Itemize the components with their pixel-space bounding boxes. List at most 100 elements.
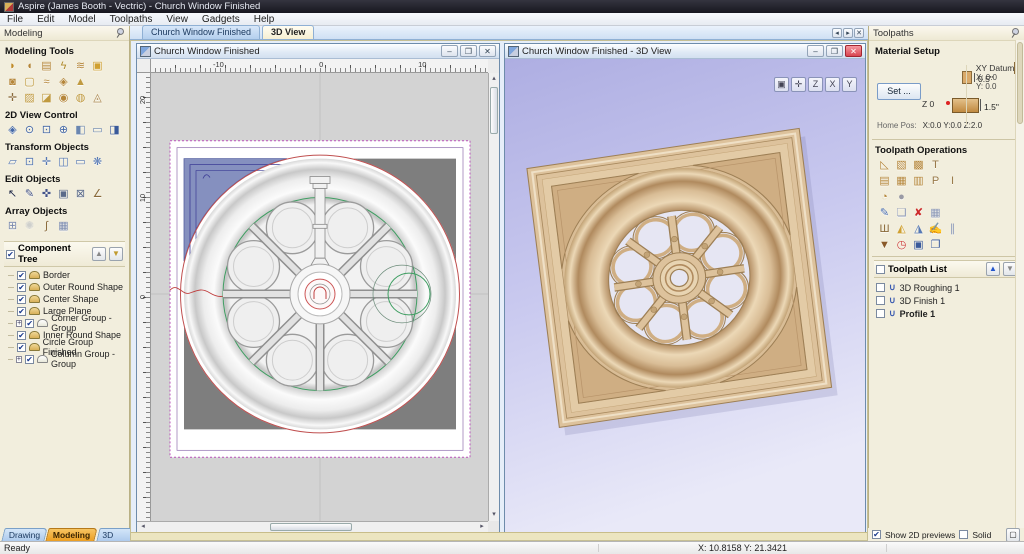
restore-button[interactable]: ❐	[460, 45, 477, 57]
plane-z-view-icon[interactable]: Z	[808, 77, 823, 92]
component-tree-item[interactable]: +✔Column Group - Group	[8, 353, 125, 365]
linear-array-icon[interactable]: ⊞	[5, 219, 20, 233]
scroll-left-arrow[interactable]: ◂	[138, 522, 148, 532]
toolpath-list-item[interactable]: ∪3D Finish 1	[876, 294, 1019, 307]
distort-tool-icon[interactable]: ▭	[73, 155, 88, 169]
2d-design-drawing[interactable]	[151, 73, 488, 521]
scroll-up-arrow[interactable]: ▴	[489, 74, 499, 84]
doctab-3d-view[interactable]: 3D View	[262, 25, 314, 39]
pin-icon[interactable]	[116, 28, 125, 38]
tab-scroll-right-button[interactable]: ▸	[843, 28, 853, 38]
iso-view-icon[interactable]: ▣	[774, 77, 789, 92]
zoom-extents-icon[interactable]: ◈	[5, 123, 20, 137]
nesting-icon[interactable]: ▦	[56, 219, 71, 233]
menu-edit[interactable]: Edit	[30, 14, 61, 25]
import-clipart-icon[interactable]: ▣	[90, 59, 105, 73]
component-visibility-checkbox[interactable]: ✔	[17, 295, 26, 304]
node-editing-icon[interactable]: ✎	[22, 187, 37, 201]
vcarve-toolpath-icon[interactable]: T	[928, 158, 943, 172]
horizontal-scrollbar[interactable]: ◂ ▸	[137, 521, 488, 532]
engrave-stamp-icon[interactable]: ▼	[877, 238, 892, 252]
toolpath-list-checkbox[interactable]	[876, 265, 885, 274]
transform-mode-icon[interactable]: ✜	[39, 187, 54, 201]
component-visibility-checkbox[interactable]: ✔	[17, 343, 26, 352]
btab-modeling[interactable]: Modeling	[46, 528, 99, 541]
move-precise-icon[interactable]: ✛	[39, 155, 54, 169]
extrude-model-icon[interactable]: ▤	[39, 59, 54, 73]
horizontal-split-icon[interactable]: ▭	[90, 123, 105, 137]
component-item-label[interactable]: Border	[43, 270, 70, 280]
dock-panel-button[interactable]: ▢	[1006, 528, 1020, 542]
copy-along-curve-icon[interactable]: ∫	[39, 219, 54, 233]
tree-expander-icon[interactable]: +	[16, 320, 22, 327]
panel-scroll-thumb[interactable]	[1017, 42, 1023, 124]
doctab-church-window-finished[interactable]: Church Window Finished	[142, 25, 260, 39]
tab-close-button[interactable]: ✕	[854, 28, 864, 38]
single-pane-icon[interactable]: ◧	[73, 123, 88, 137]
tree-expander-icon[interactable]: +	[16, 356, 22, 363]
rotate-tool-icon[interactable]: ❋	[90, 155, 105, 169]
toolpath-item-label[interactable]: 3D Finish 1	[900, 296, 946, 306]
pan-view-icon[interactable]: ✛	[791, 77, 806, 92]
show-2d-previews-checkbox[interactable]: ✔	[872, 530, 881, 539]
profile-toolpath-icon[interactable]: ◺	[877, 158, 892, 172]
finish-machining-icon[interactable]: ▥	[911, 174, 926, 188]
material-set-button[interactable]: Set ...	[877, 83, 921, 100]
component-visibility-checkbox[interactable]: ✔	[17, 283, 26, 292]
sculpt-tool-icon[interactable]: ✛	[5, 91, 20, 105]
2d-view-window[interactable]: Church Window Finished –❐✕ -10010 20100	[136, 43, 500, 533]
create-shape-icon[interactable]: ◗	[5, 59, 20, 73]
duplicate-toolpath-icon[interactable]: ❏	[894, 206, 909, 220]
drilling-toolpath-icon[interactable]: ▩	[911, 158, 926, 172]
zoom-selected-icon[interactable]: ⊙	[22, 123, 37, 137]
toolpath-fence-icon[interactable]: ∥	[945, 222, 960, 236]
preview-all-toolpaths-icon[interactable]: ◮	[911, 222, 926, 236]
component-item-label[interactable]: Outer Round Shape	[43, 282, 123, 292]
smooth-component-icon[interactable]: ▢	[22, 75, 37, 89]
solid-checkbox[interactable]	[959, 530, 968, 539]
menu-gadgets[interactable]: Gadgets	[195, 14, 247, 25]
toolpaths-panel-header[interactable]: Toolpaths	[869, 26, 1024, 41]
moulding-toolpath-icon[interactable]: ◔	[877, 190, 892, 204]
tab-scroll-left-button[interactable]: ◂	[832, 28, 842, 38]
select-tool-icon[interactable]: ↖	[5, 187, 20, 201]
component-tree-item[interactable]: +✔Corner Group - Group	[8, 317, 125, 329]
component-item-label[interactable]: Center Shape	[43, 294, 99, 304]
preview-toolpaths-icon[interactable]: ◭	[894, 222, 909, 236]
circular-array-icon[interactable]: ✺	[22, 219, 37, 233]
component-from-bitmap-icon[interactable]: ◙	[5, 75, 20, 89]
delete-toolpath-icon[interactable]: ✘	[911, 206, 926, 220]
menu-file[interactable]: File	[0, 14, 30, 25]
close-button[interactable]: ✕	[479, 45, 496, 57]
component-tree-item[interactable]: ✔ Center Shape	[8, 293, 125, 305]
texture-model-icon[interactable]: ≋	[73, 59, 88, 73]
vertical-scroll-thumb[interactable]	[490, 87, 498, 134]
vertical-scrollbar[interactable]: ▴ ▾	[488, 73, 499, 521]
save-toolpath-icon[interactable]: ▣	[911, 238, 926, 252]
2d-window-titlebar[interactable]: Church Window Finished –❐✕	[137, 44, 499, 59]
preview-selected-icon[interactable]: ✍	[928, 222, 943, 236]
dome-tool-icon[interactable]: ◍	[73, 91, 88, 105]
menu-help[interactable]: Help	[247, 14, 282, 25]
modeling-panel-header[interactable]: Modeling	[0, 26, 129, 41]
texture-area-icon[interactable]: ▨	[22, 91, 37, 105]
restore-button[interactable]: ❐	[826, 45, 843, 57]
fluting-toolpath-icon[interactable]: ▤	[877, 174, 892, 188]
toolpath-visibility-checkbox[interactable]	[876, 296, 885, 305]
minimize-button[interactable]: –	[441, 45, 458, 57]
toolpath-list-item[interactable]: ∪3D Roughing 1	[876, 281, 1019, 294]
toolpath-item-label[interactable]: 3D Roughing 1	[900, 283, 960, 293]
rough-machining-icon[interactable]: ▦	[894, 174, 909, 188]
recalculate-toolpaths-icon[interactable]: ▦	[928, 206, 943, 220]
set-size-icon[interactable]: ⊡	[22, 155, 37, 169]
3d-window-titlebar[interactable]: Church Window Finished - 3D View –❐✕	[505, 44, 865, 59]
component-tree-item[interactable]: ✔ Outer Round Shape	[8, 281, 125, 293]
close-button[interactable]: ✕	[845, 45, 862, 57]
zoom-window-icon[interactable]: ⊡	[39, 123, 54, 137]
tool-database-icon[interactable]: Ш	[877, 222, 892, 236]
component-visibility-checkbox[interactable]: ✔	[25, 355, 34, 364]
toolpath-item-label[interactable]: Profile 1	[900, 309, 936, 319]
3d-view-window[interactable]: Church Window Finished - 3D View –❐✕	[504, 43, 866, 533]
component-tree-checkbox[interactable]: ✔	[6, 250, 15, 259]
component-visibility-checkbox[interactable]: ✔	[17, 307, 26, 316]
